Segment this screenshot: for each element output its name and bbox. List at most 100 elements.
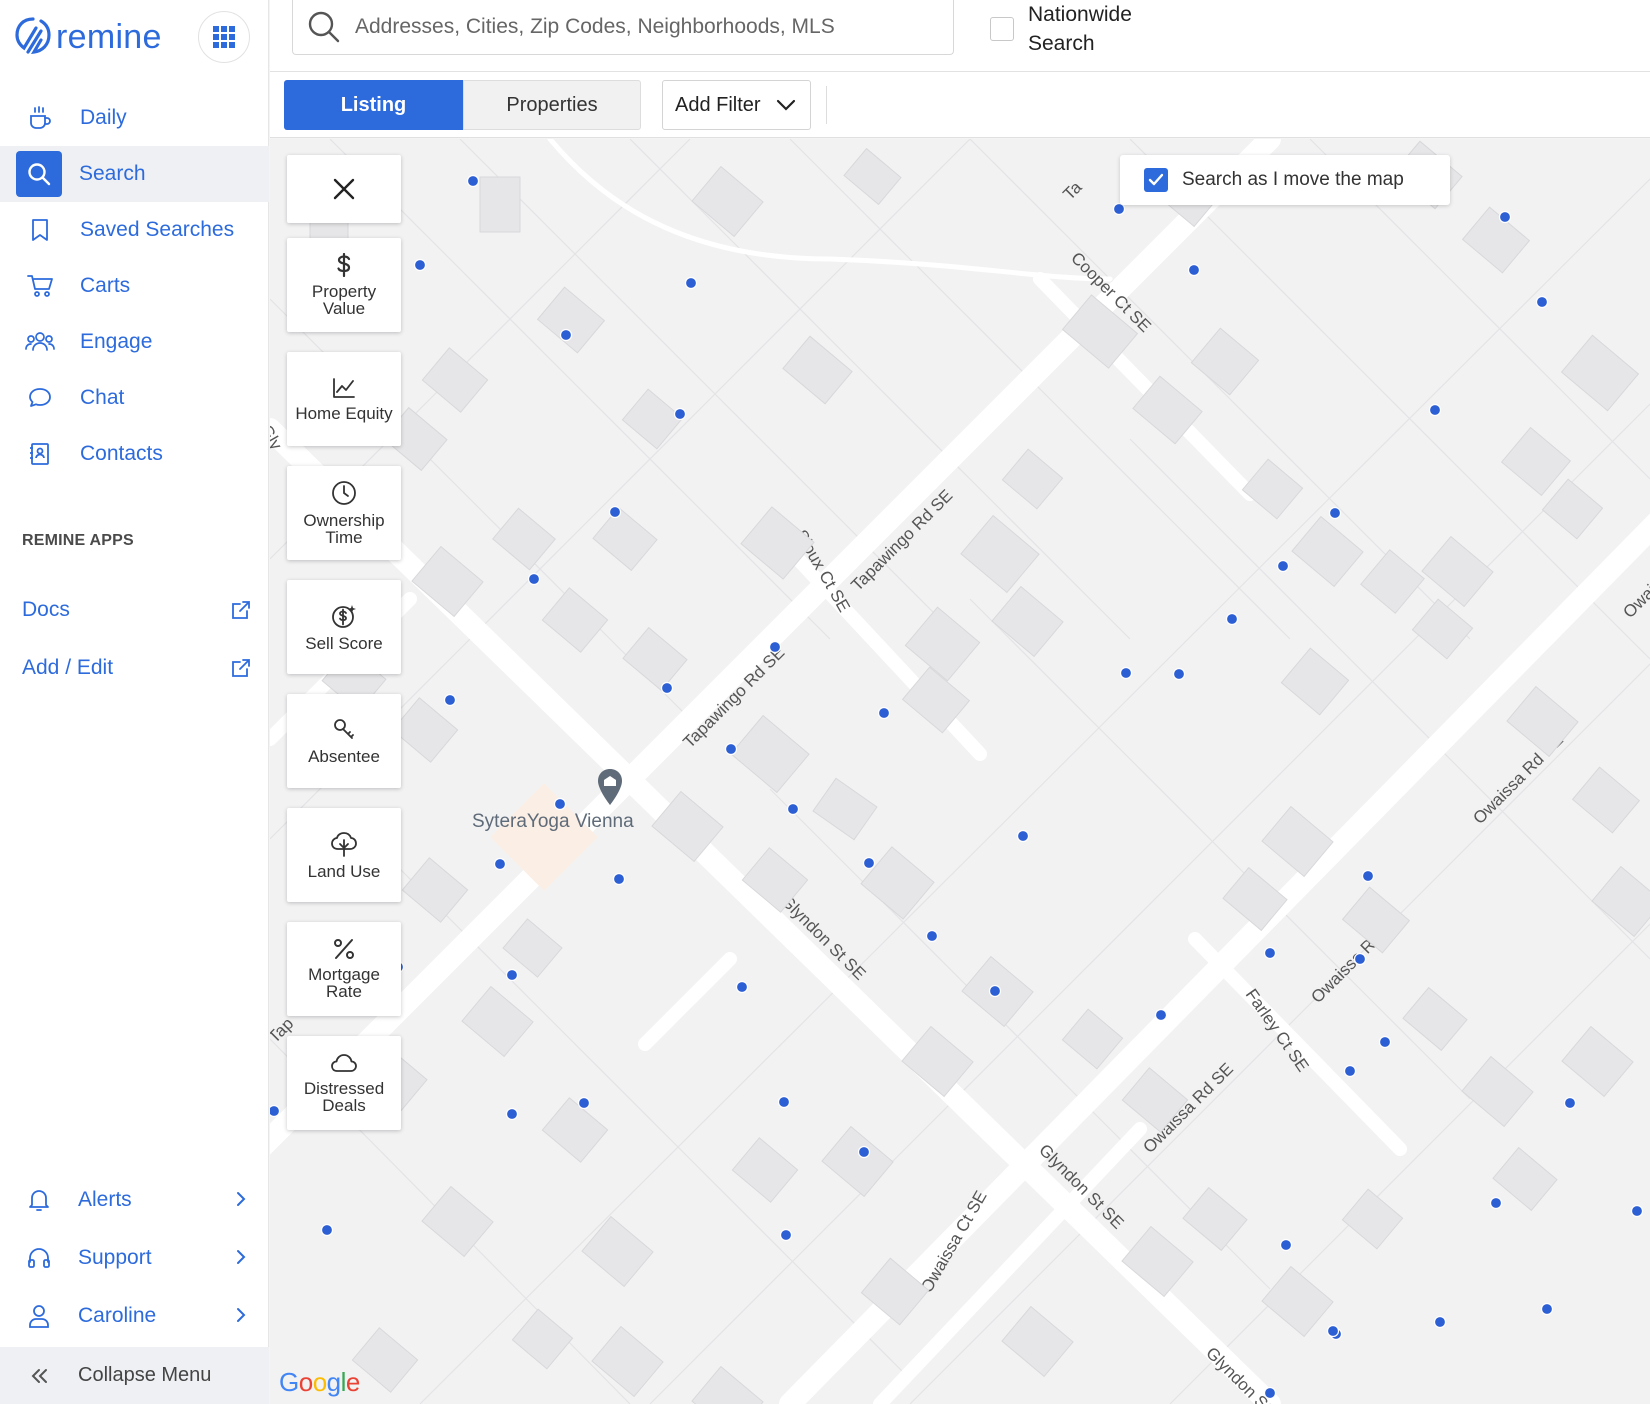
listing-pin[interactable] [1328,506,1342,520]
listing-pin[interactable] [862,856,876,870]
listing-pin[interactable] [1112,202,1126,216]
listing-pin[interactable] [1428,403,1442,417]
app-link-add-edit[interactable]: Add / Edit [22,648,252,688]
listing-pin[interactable] [466,174,480,188]
tool-absentee[interactable]: Absentee [287,694,401,788]
nav-item-chat[interactable]: Chat [0,370,269,426]
listing-pin[interactable] [1563,1096,1577,1110]
nav-item-contacts[interactable]: Contacts [0,426,269,482]
nav-item-user[interactable]: Caroline [0,1287,269,1345]
listing-pin[interactable] [660,681,674,695]
listing-pin[interactable] [527,572,541,586]
search-as-move-toggle[interactable]: Search as I move the map [1120,155,1450,205]
search-input[interactable] [355,15,915,39]
listing-pin[interactable] [779,1228,793,1242]
nav-item-saved-searches[interactable]: Saved Searches [0,202,269,258]
listing-pin[interactable] [1378,1035,1392,1049]
listing-pin[interactable] [320,1223,334,1237]
tool-property-value[interactable]: Property Value [287,238,401,332]
contacts-book-icon [25,439,55,469]
listing-pin[interactable] [1154,1008,1168,1022]
tab-properties[interactable]: Properties [463,80,641,130]
search-as-move-label: Search as I move the map [1182,169,1404,190]
listing-pin[interactable] [673,407,687,421]
listing-pin[interactable] [1343,1064,1357,1078]
add-filter-label: Add Filter [675,93,761,116]
search-as-move-checkbox[interactable] [1144,168,1168,192]
listing-pin[interactable] [1326,1324,1340,1338]
listing-pin[interactable] [988,984,1002,998]
sell-score-icon [332,604,356,628]
listing-pin[interactable] [505,1107,519,1121]
nav-item-engage[interactable]: Engage [0,314,269,370]
attribution-text: Google [279,1367,360,1397]
nav-item-support[interactable]: Support [0,1229,269,1287]
add-filter-dropdown[interactable]: Add Filter [662,80,811,130]
listing-pin[interactable] [270,1104,281,1118]
listing-pin[interactable] [1225,612,1239,626]
app-link-docs[interactable]: Docs [22,590,252,630]
apps-grid-button[interactable] [198,11,250,63]
listing-pin[interactable] [1361,869,1375,883]
chevron-right-icon [237,1250,246,1264]
nav-item-carts[interactable]: Carts [0,258,269,314]
tool-land-use[interactable]: Land Use [287,808,401,902]
nav-item-daily[interactable]: Daily [0,90,269,146]
listing-pin[interactable] [559,328,573,342]
brand-logo[interactable]: remine [14,12,162,62]
listing-pin[interactable] [724,742,738,756]
listing-pin[interactable] [1630,1204,1644,1218]
listing-pin[interactable] [443,693,457,707]
listing-pin[interactable] [777,1095,791,1109]
poi-label[interactable]: SyteraYoga Vienna [472,811,634,833]
remine-logo-icon [15,17,51,54]
close-tools-button[interactable] [287,155,401,223]
listing-pin[interactable] [413,258,427,272]
tool-ownership-time[interactable]: Ownership Time [287,466,401,560]
listing-pin[interactable] [612,872,626,886]
tab-listing[interactable]: Listing [284,80,463,130]
map-canvas[interactable]: Tapawingo Rd SE Tapawingo Rd SE Cooper C… [270,139,1650,1404]
collapse-menu-button[interactable]: Collapse Menu [0,1347,269,1404]
listing-pin[interactable] [735,980,749,994]
listing-pin[interactable] [1489,1196,1503,1210]
listing-pin[interactable] [577,1096,591,1110]
tool-mortgage-rate[interactable]: Mortgage Rate [287,922,401,1016]
listing-pin[interactable] [1263,946,1277,960]
poi-marker-icon[interactable] [595,767,625,809]
nav-item-alerts[interactable]: Alerts [0,1171,269,1229]
listing-pin[interactable] [608,505,622,519]
listing-pin[interactable] [786,802,800,816]
nationwide-search-toggle[interactable]: Nationwide Search [990,0,1158,58]
listing-pin[interactable] [768,640,782,654]
listing-pin[interactable] [1172,667,1186,681]
listing-pin[interactable] [1119,666,1133,680]
nav-label: Support [78,1246,152,1269]
listing-pin[interactable] [1353,952,1367,966]
listing-pin[interactable] [1187,263,1201,277]
search-box[interactable] [292,0,954,55]
listing-pin[interactable] [1263,1386,1277,1400]
tool-sell-score[interactable]: Sell Score [287,580,401,674]
listing-pin[interactable] [857,1145,871,1159]
listing-pin[interactable] [684,276,698,290]
listing-pin[interactable] [553,797,567,811]
listing-pin[interactable] [505,968,519,982]
chat-bubble-icon [25,383,55,413]
listing-pin[interactable] [1433,1315,1447,1329]
nav-item-search[interactable]: Search [0,146,269,202]
nationwide-checkbox[interactable] [990,17,1014,41]
external-link-icon [232,601,250,619]
tool-distressed-deals[interactable]: Distressed Deals [287,1036,401,1130]
listing-pin[interactable] [493,857,507,871]
tool-home-equity[interactable]: Home Equity [287,352,401,446]
listing-pin[interactable] [1535,295,1549,309]
listing-pin[interactable] [1279,1238,1293,1252]
listing-pin[interactable] [1498,210,1512,224]
search-icon [16,151,62,197]
listing-pin[interactable] [1540,1302,1554,1316]
listing-pin[interactable] [1276,559,1290,573]
listing-pin[interactable] [925,929,939,943]
listing-pin[interactable] [877,706,891,720]
listing-pin[interactable] [1016,829,1030,843]
